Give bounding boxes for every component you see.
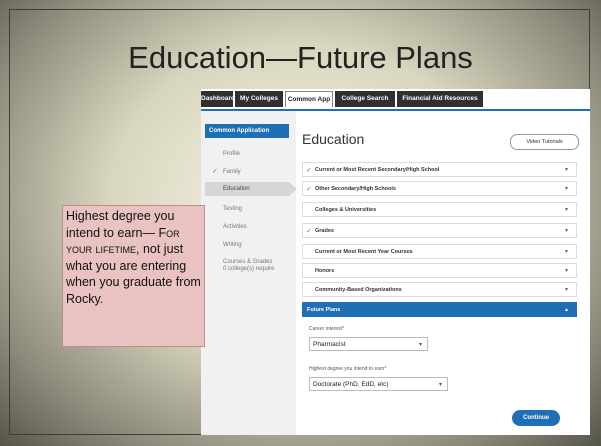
video-tutorials-button[interactable]: Video Tutorials (510, 134, 579, 150)
tab-my-colleges[interactable]: My Colleges (235, 91, 283, 107)
sidebar-header[interactable]: Common Application (205, 124, 289, 138)
sidebar-item-profile[interactable]: Profile (205, 150, 289, 158)
section-community-organizations[interactable]: Community-Based Organizations ▾ (302, 282, 577, 297)
section-colleges-universities[interactable]: Colleges & Universities ▾ (302, 202, 577, 217)
tab-dashboard[interactable]: Dashboard (201, 91, 233, 107)
section-future-plans[interactable]: Future Plans ▴ (302, 302, 577, 317)
highest-degree-label: Highest degree you intend to earn* (309, 366, 387, 372)
check-icon: ✓ (306, 228, 312, 235)
chevron-down-icon: ▾ (564, 186, 568, 192)
check-icon: ✓ (306, 186, 312, 193)
tab-college-search[interactable]: College Search (335, 91, 395, 107)
slide-title: Education—Future Plans (128, 40, 473, 75)
section-honors[interactable]: Honors ▾ (302, 263, 577, 278)
page-title: Education (302, 131, 365, 147)
section-other-high-schools[interactable]: ✓ Other Secondary/High Schools ▾ (302, 181, 577, 196)
callout-note: Highest degree you intend to earn— For y… (62, 205, 205, 347)
tab-financial-aid-resources[interactable]: Financial Aid Resources (397, 91, 483, 107)
check-icon: ✓ (306, 167, 312, 174)
chevron-down-icon: ▾ (564, 228, 568, 234)
section-current-year-courses[interactable]: Current or Most Recent Year Courses ▾ (302, 244, 577, 259)
career-interest-select[interactable]: Pharmacist ▾ (309, 337, 428, 351)
chevron-down-icon: ▾ (438, 382, 442, 388)
chevron-down-icon: ▾ (564, 249, 568, 255)
sidebar-item-education[interactable]: Education (205, 182, 297, 196)
sidebar-item-writing[interactable]: Writing (205, 241, 289, 249)
sidebar-item-testing[interactable]: Testing (205, 205, 289, 213)
chevron-down-icon: ▾ (564, 287, 568, 293)
sidebar-item-family[interactable]: ✓ Family (205, 168, 289, 176)
continue-button[interactable]: Continue (512, 410, 560, 426)
section-current-high-school[interactable]: ✓ Current or Most Recent Secondary/High S… (302, 162, 577, 177)
sidebar-item-activities[interactable]: Activities (205, 223, 289, 231)
highest-degree-select[interactable]: Doctorate (PhD, EdD, etc) ▾ (309, 377, 448, 391)
sidebar-item-courses-grades[interactable]: Courses & Grades 0 college(s) require (205, 259, 289, 273)
chevron-down-icon: ▾ (564, 167, 568, 173)
section-grades[interactable]: ✓ Grades ▾ (302, 223, 577, 238)
chevron-up-icon: ▴ (564, 307, 568, 313)
chevron-down-icon: ▾ (564, 207, 568, 213)
chevron-down-icon: ▾ (418, 342, 422, 348)
check-icon: ✓ (212, 168, 218, 175)
top-navigation: Dashboard My Colleges Common App College… (201, 89, 590, 111)
sidebar: Common Application Profile ✓ Family Educa… (201, 111, 297, 435)
chevron-down-icon: ▾ (564, 268, 568, 274)
tab-common-app[interactable]: Common App (285, 91, 333, 107)
career-interest-label: Career interest* (309, 326, 345, 332)
